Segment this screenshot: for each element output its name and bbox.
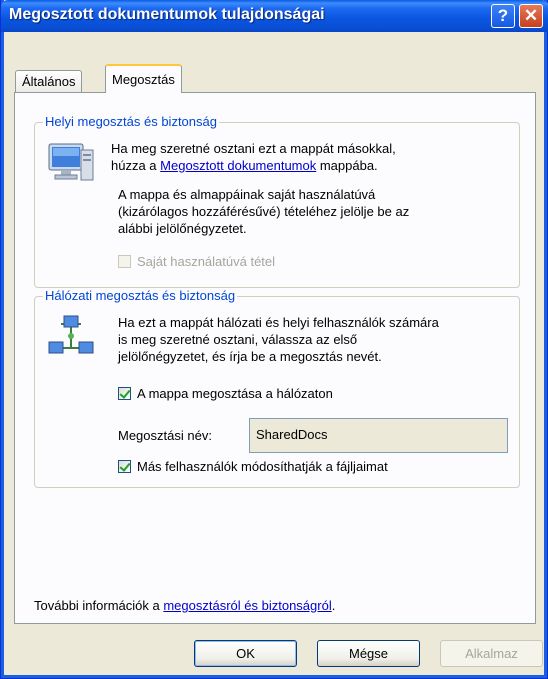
sharing-security-link[interactable]: megosztásról és biztonságról — [163, 598, 331, 613]
network-sharing-text-1: Ha ezt a mappát hálózati és helyi felhas… — [118, 315, 439, 330]
local-sharing-title: Helyi megosztás és biztonság — [43, 114, 219, 129]
close-button[interactable]: ✕ — [519, 4, 543, 28]
properties-window: Megosztott dokumentumok tulajdonságai ? … — [0, 0, 548, 679]
share-name-field[interactable]: SharedDocs — [249, 418, 508, 453]
allow-modify-checkbox[interactable] — [118, 460, 131, 473]
private-checkbox[interactable] — [118, 255, 131, 268]
tab-sharing[interactable]: Megosztás — [105, 64, 182, 93]
help-button[interactable]: ? — [491, 4, 515, 28]
local-sharing-text-2b: (kizárólagos hozzáférésűvé) tételéhez je… — [118, 204, 410, 219]
computer-icon — [48, 143, 94, 181]
allow-modify-label: Más felhasználók módosíthatják a fájljai… — [137, 459, 388, 474]
network-sharing-title: Hálózati megosztás és biztonság — [43, 288, 238, 303]
network-icon — [48, 315, 94, 354]
local-sharing-text-1a: Ha meg szeretné osztani ezt a mappát más… — [111, 141, 396, 156]
apply-button[interactable]: Alkalmaz — [440, 640, 543, 667]
title-bar: Megosztott dokumentumok tulajdonságai ? … — [1, 0, 548, 32]
more-info-post: . — [331, 598, 336, 613]
local-sharing-text-2a: A mappa és almappáinak saját használatúv… — [118, 187, 376, 202]
local-sharing-text-1b: húzza a Megosztott dokumentumok mappába. — [111, 157, 378, 174]
local-text-pre: húzza a — [111, 158, 161, 173]
more-info-text: További információk a megosztásról és bi… — [34, 597, 335, 614]
window-title: Megosztott dokumentumok tulajdonságai — [9, 6, 325, 23]
more-info-pre: További információk a — [34, 598, 164, 613]
network-sharing-text-2: is meg szeretné osztani, válassza az els… — [118, 332, 358, 347]
share-on-network-label: A mappa megosztása a hálózaton — [137, 386, 333, 401]
share-on-network-checkbox[interactable] — [118, 387, 131, 400]
cancel-button[interactable]: Mégse — [317, 640, 420, 667]
local-sharing-text-2c: alábbi jelölőnégyzetet. — [118, 221, 247, 236]
private-checkbox-label: Saját használatúvá tétel — [137, 254, 276, 269]
shared-documents-link[interactable]: Megosztott dokumentumok — [160, 158, 316, 173]
share-name-label: Megosztási név: — [118, 428, 212, 443]
ok-button[interactable]: OK — [194, 640, 297, 667]
network-sharing-text-3: jelölőnégyzetet, és írja be a megosztás … — [118, 349, 382, 364]
tab-general[interactable]: Általános — [15, 70, 83, 92]
local-text-post: mappába. — [316, 158, 378, 173]
